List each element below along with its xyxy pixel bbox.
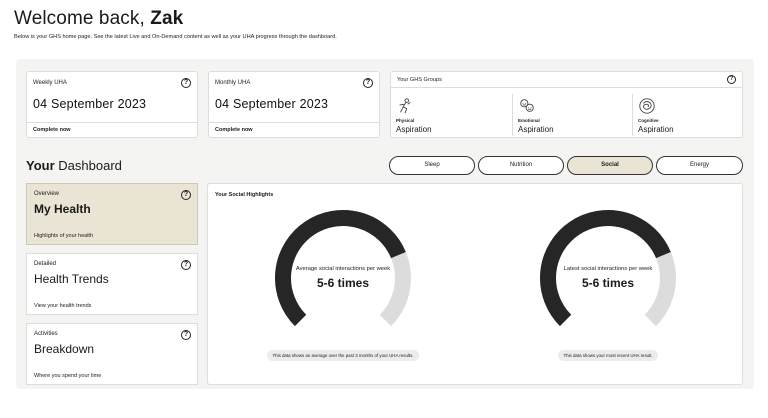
gauge-note: This data shows an average over the past… [267,350,419,361]
ghs-groups-card: Your GHS Groups ? Physical Aspiration Em… [390,71,743,138]
card-title: Health Trends [34,272,109,286]
ghs-group-physical[interactable]: Physical Aspiration [391,94,506,136]
side-card-breakdown[interactable]: Activities ? Breakdown Where you spend y… [26,323,198,385]
ghs-groups-title: Your GHS Groups [397,77,442,83]
group-name: Aspiration [396,125,432,134]
card-footer: Highlights of your health [34,233,94,239]
gauge-value: 5-6 times [316,276,370,290]
group-category: Cognitive [638,118,659,123]
tab-nutrition[interactable]: Nutrition [478,156,564,175]
group-category: Physical [396,118,415,123]
tab-sleep[interactable]: Sleep [389,156,475,175]
tab-energy[interactable]: Energy [656,156,743,175]
help-icon[interactable]: ? [727,75,736,84]
emotional-icon [520,99,534,112]
gauge-label: Average social interactions per week [295,266,391,272]
divider [391,87,742,88]
average-gauge: Average social interactions per week 5-6… [268,206,418,346]
card-title: My Health [34,202,91,216]
monthly-uha-card: Monthly UHA ? 04 September 2023 Complete… [208,71,380,138]
user-name: Zak [150,8,184,29]
latest-gauge: Latest social interactions per week 5-6 … [533,206,683,346]
ghs-group-cognitive[interactable]: Cognitive Aspiration [632,94,747,136]
card-label: Detailed [34,261,57,267]
side-card-health-trends[interactable]: Detailed ? Health Trends View your healt… [26,253,198,315]
monthly-complete-now-link[interactable]: Complete now [215,127,253,133]
weekly-complete-now-link[interactable]: Complete now [33,127,71,133]
weekly-uha-date: 04 September 2023 [33,97,147,111]
help-icon[interactable]: ? [363,78,373,88]
ghs-group-emotional[interactable]: Emotional Aspiration [512,94,627,136]
card-footer: Where you spend your time [34,373,102,379]
divider [27,122,197,123]
page-subtitle: Below is your GHS home page. See the lat… [14,34,337,40]
card-footer: View your health trends [34,303,92,309]
monthly-uha-label: Monthly UHA [215,80,251,86]
help-icon[interactable]: ? [181,190,191,200]
cognitive-icon [639,98,655,114]
card-label: Activities [34,331,58,337]
tab-social[interactable]: Social [567,156,653,175]
dashboard-title: Your Dashboard [26,158,122,173]
help-icon[interactable]: ? [181,78,191,88]
highlights-title: Your Social Highlights [215,192,274,198]
social-highlights-card: Your Social Highlights Average social in… [207,183,743,385]
side-card-my-health[interactable]: Overview ? My Health Highlights of your … [26,183,198,245]
weekly-uha-card: Weekly UHA ? 04 September 2023 Complete … [26,71,198,138]
gauge-label: Latest social interactions per week [563,266,653,272]
group-name: Aspiration [638,125,674,134]
welcome-heading: Welcome back, Zak [14,8,184,29]
page-header: Welcome back, Zak Below is your GHS home… [14,8,337,40]
group-name: Aspiration [518,125,554,134]
gauge-note: This data shows your most recent UHA res… [558,350,658,361]
card-title: Breakdown [34,342,95,356]
monthly-uha-date: 04 September 2023 [215,97,329,111]
divider [209,122,379,123]
help-icon[interactable]: ? [181,330,191,340]
help-icon[interactable]: ? [181,260,191,270]
group-category: Emotional [518,118,540,123]
card-label: Overview [34,191,60,197]
gauge-value: 5-6 times [581,276,635,290]
physical-icon [399,98,411,114]
weekly-uha-label: Weekly UHA [33,80,67,86]
